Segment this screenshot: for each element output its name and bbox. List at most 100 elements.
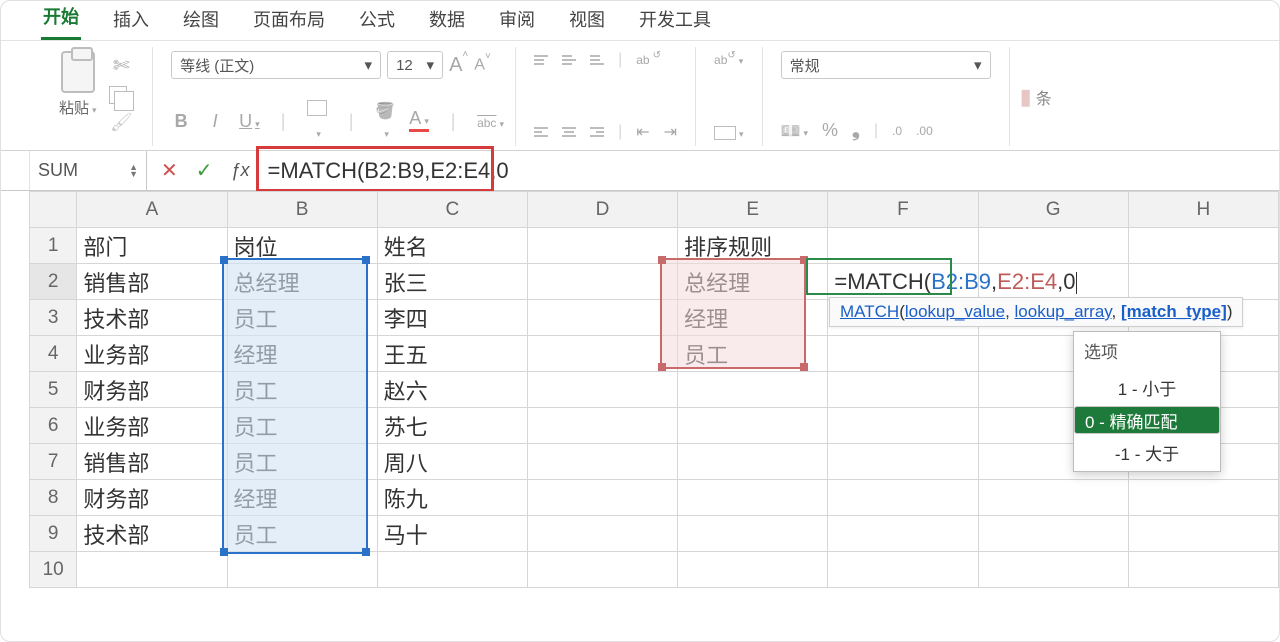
cell[interactable] bbox=[828, 408, 978, 444]
decrease-indent-button[interactable] bbox=[636, 122, 649, 142]
underline-button[interactable]: U bbox=[239, 111, 259, 132]
align-middle-button[interactable] bbox=[562, 55, 576, 65]
tab-formulas[interactable]: 公式 bbox=[357, 0, 397, 40]
col-header-F[interactable]: F bbox=[828, 192, 978, 228]
col-header-E[interactable]: E bbox=[678, 192, 828, 228]
tab-dev[interactable]: 开发工具 bbox=[637, 0, 713, 40]
cell[interactable]: 员工 bbox=[227, 300, 377, 336]
cell[interactable] bbox=[377, 552, 527, 588]
cell[interactable]: 部门 bbox=[77, 228, 227, 264]
font-family-select[interactable]: 等线 (正文)▾ bbox=[171, 51, 381, 79]
cell[interactable] bbox=[1128, 480, 1278, 516]
cell[interactable]: 排序规则 bbox=[678, 228, 828, 264]
col-header-A[interactable]: A bbox=[77, 192, 227, 228]
increase-decimal-button[interactable] bbox=[892, 122, 902, 140]
cell[interactable]: 张三 bbox=[377, 264, 527, 300]
row-header[interactable]: 4 bbox=[30, 336, 77, 372]
copy-button[interactable] bbox=[109, 86, 127, 104]
tab-home[interactable]: 开始 bbox=[41, 0, 81, 40]
cell[interactable]: 王五 bbox=[377, 336, 527, 372]
cell[interactable]: 陈九 bbox=[377, 480, 527, 516]
cell[interactable] bbox=[1128, 516, 1278, 552]
row-header[interactable]: 2 bbox=[30, 264, 77, 300]
cell[interactable] bbox=[1128, 552, 1278, 588]
orientation-button[interactable] bbox=[636, 51, 661, 69]
cell[interactable]: 总经理 bbox=[227, 264, 377, 300]
currency-button[interactable] bbox=[781, 121, 808, 141]
cell[interactable] bbox=[978, 552, 1128, 588]
cell[interactable] bbox=[828, 372, 978, 408]
format-painter-button[interactable] bbox=[109, 112, 135, 133]
cell[interactable] bbox=[77, 552, 227, 588]
cell[interactable]: 苏七 bbox=[377, 408, 527, 444]
cell[interactable] bbox=[678, 480, 828, 516]
cell[interactable] bbox=[828, 480, 978, 516]
cell[interactable]: 财务部 bbox=[77, 480, 227, 516]
cell[interactable] bbox=[527, 516, 677, 552]
cell[interactable] bbox=[527, 444, 677, 480]
cell[interactable] bbox=[1128, 228, 1278, 264]
cell[interactable]: 销售部 bbox=[77, 264, 227, 300]
cell[interactable]: 姓名 bbox=[377, 228, 527, 264]
cell[interactable]: 财务部 bbox=[77, 372, 227, 408]
cell[interactable]: 员工 bbox=[227, 372, 377, 408]
cell[interactable] bbox=[527, 300, 677, 336]
tooltip-arg3[interactable]: [match_type] bbox=[1121, 302, 1227, 321]
cell[interactable] bbox=[828, 516, 978, 552]
merge-button[interactable] bbox=[714, 126, 736, 140]
cell[interactable]: 技术部 bbox=[77, 516, 227, 552]
tooltip-arg2[interactable]: lookup_array bbox=[1015, 302, 1112, 321]
cut-button[interactable] bbox=[109, 53, 135, 78]
cell[interactable]: 业务部 bbox=[77, 408, 227, 444]
col-header-D[interactable]: D bbox=[527, 192, 677, 228]
cell[interactable] bbox=[828, 228, 978, 264]
shrink-font-button[interactable]: A˅ bbox=[474, 55, 491, 74]
cell[interactable] bbox=[227, 552, 377, 588]
font-color-button[interactable]: A bbox=[409, 111, 429, 132]
align-right-button[interactable] bbox=[590, 127, 604, 137]
cell[interactable] bbox=[828, 552, 978, 588]
align-center-button[interactable] bbox=[562, 127, 576, 137]
row-header[interactable]: 5 bbox=[30, 372, 77, 408]
tab-draw[interactable]: 绘图 bbox=[181, 0, 221, 40]
col-header-B[interactable]: B bbox=[227, 192, 377, 228]
border-dropdown[interactable] bbox=[307, 121, 327, 142]
col-header-H[interactable]: H bbox=[1128, 192, 1278, 228]
cell[interactable] bbox=[527, 264, 677, 300]
tab-view[interactable]: 视图 bbox=[567, 0, 607, 40]
align-left-button[interactable] bbox=[534, 127, 548, 137]
cell[interactable]: 员工 bbox=[227, 408, 377, 444]
tooltip-arg1[interactable]: lookup_value bbox=[905, 302, 1005, 321]
cell[interactable] bbox=[978, 228, 1128, 264]
cell[interactable]: 周八 bbox=[377, 444, 527, 480]
cell[interactable]: 员工 bbox=[227, 516, 377, 552]
bold-button[interactable]: B bbox=[171, 111, 191, 132]
cell[interactable] bbox=[527, 552, 677, 588]
name-box-spinner[interactable]: ▲▼ bbox=[129, 164, 138, 178]
row-header[interactable]: 6 bbox=[30, 408, 77, 444]
cell[interactable] bbox=[527, 336, 677, 372]
wrap-text-button[interactable] bbox=[714, 51, 743, 69]
cell[interactable] bbox=[1128, 264, 1278, 300]
phonetic-button[interactable] bbox=[477, 111, 497, 132]
cancel-edit-button[interactable]: ✕ bbox=[161, 158, 178, 183]
border-button[interactable] bbox=[307, 100, 327, 116]
name-box[interactable]: SUM ▲▼ bbox=[29, 151, 147, 190]
grow-font-button[interactable]: A˄ bbox=[449, 54, 468, 77]
cell[interactable]: 业务部 bbox=[77, 336, 227, 372]
merge-dropdown[interactable] bbox=[736, 124, 744, 142]
cell[interactable]: 经理 bbox=[227, 480, 377, 516]
cell[interactable]: 马十 bbox=[377, 516, 527, 552]
cell[interactable] bbox=[828, 336, 978, 372]
cell[interactable] bbox=[828, 444, 978, 480]
cell[interactable] bbox=[678, 552, 828, 588]
cell[interactable]: 技术部 bbox=[77, 300, 227, 336]
cell[interactable]: 员工 bbox=[227, 444, 377, 480]
number-format-select[interactable]: 常规▾ bbox=[781, 51, 991, 79]
cell[interactable] bbox=[527, 408, 677, 444]
select-all-corner[interactable] bbox=[30, 192, 77, 228]
tab-data[interactable]: 数据 bbox=[427, 0, 467, 40]
paste-button[interactable]: 粘贴 bbox=[59, 97, 97, 118]
cell[interactable] bbox=[527, 480, 677, 516]
cell[interactable] bbox=[678, 516, 828, 552]
